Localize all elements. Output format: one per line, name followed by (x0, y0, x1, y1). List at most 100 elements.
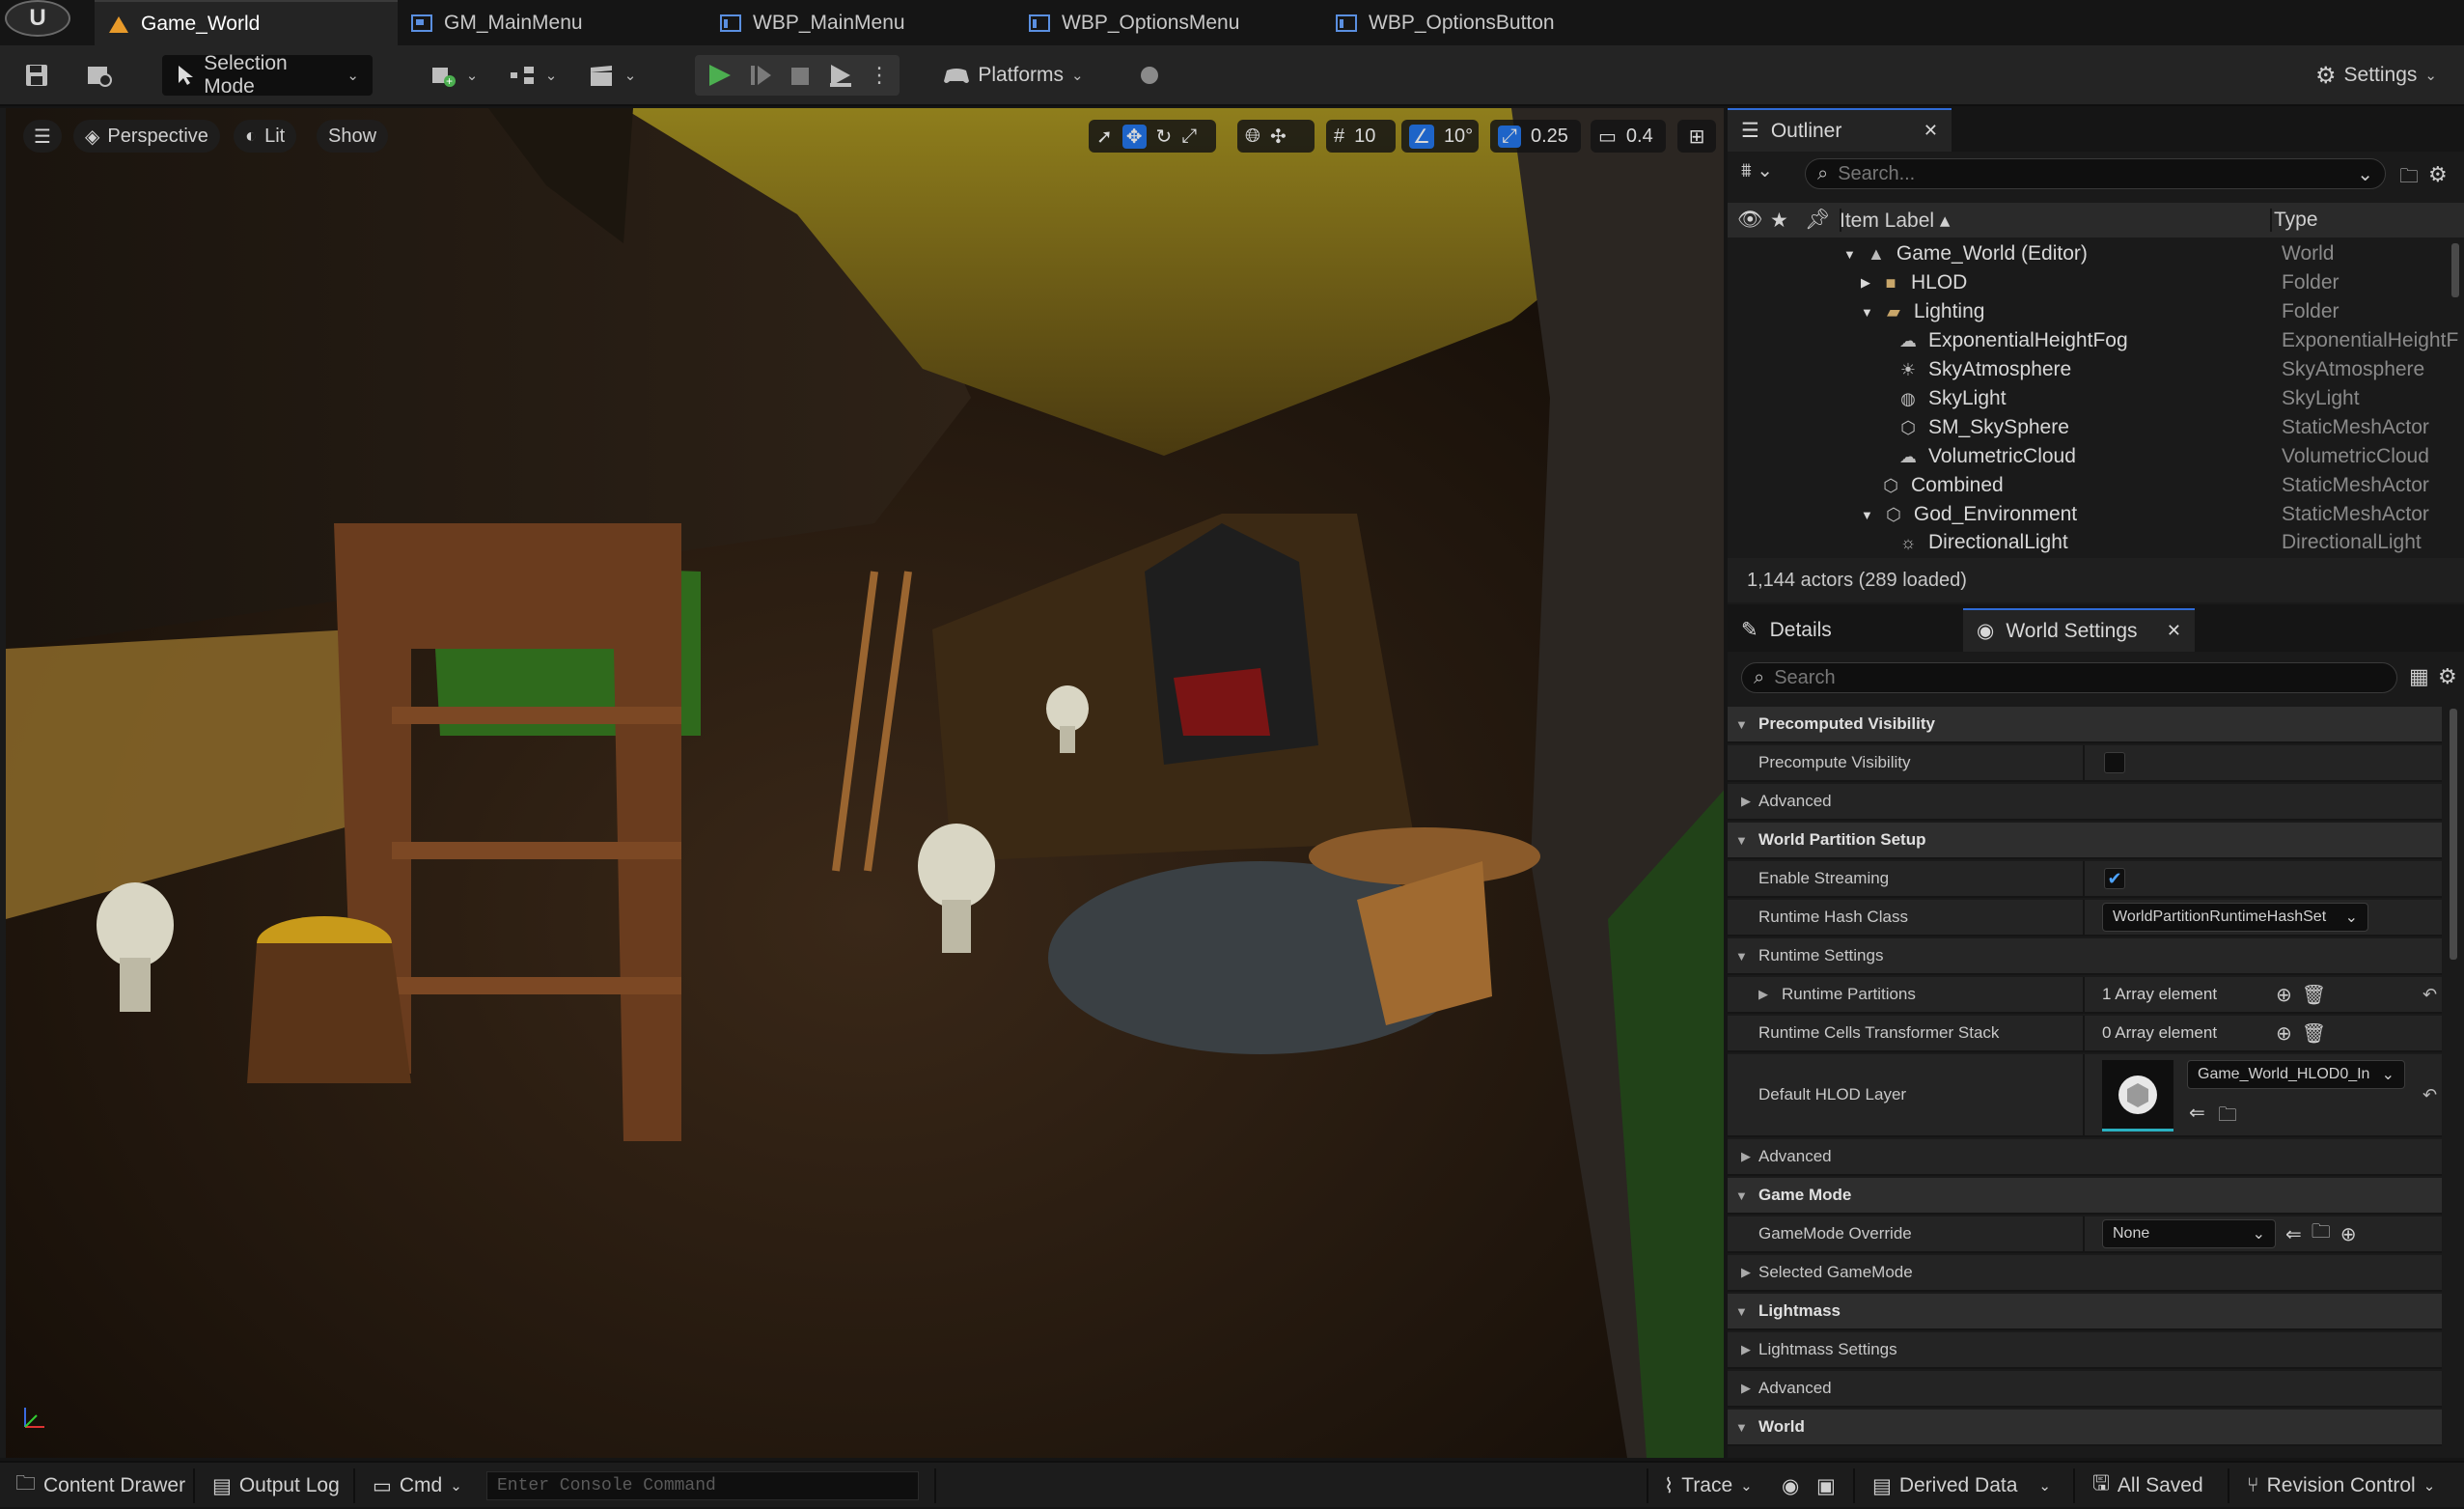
tab-wbp-mainmenu[interactable]: WBP_MainMenu (706, 0, 1015, 45)
outliner-row[interactable]: ☁ VolumetricCloud VolumetricCloud (1728, 442, 2464, 471)
expand-arrow-icon[interactable]: ▼ (1843, 247, 1856, 262)
globe-icon[interactable]: 🌐︎ (1245, 126, 1260, 148)
outliner-row[interactable]: ▶ ■ HLOD Folder (1728, 268, 2464, 297)
console-command-input[interactable]: Enter Console Command (486, 1471, 919, 1500)
viewport-layout-button[interactable]: ⊞ (1677, 120, 1716, 153)
revision-control-dropdown[interactable]: ⑂ Revision Control ⌄ (2247, 1463, 2435, 1509)
enable-streaming-checkbox[interactable]: ✔ (2104, 868, 2125, 889)
tab-gm-mainmenu[interactable]: GM_MainMenu (398, 0, 706, 45)
tab-wbp-optionsbutton[interactable]: WBP_OptionsButton (1322, 0, 1629, 45)
trash-icon[interactable]: 🗑︎ (2302, 1021, 2326, 1046)
reset-to-default-icon[interactable]: ↶ (2422, 1085, 2437, 1105)
tab-game-world[interactable]: Game_World (95, 0, 398, 45)
details-settings-button[interactable]: ⚙ (2438, 664, 2457, 689)
outliner-settings-button[interactable]: ⚙ (2428, 162, 2448, 187)
outliner-row[interactable]: ▼ ⬡ God_Environment StaticMeshActor (1728, 500, 2464, 529)
level-viewport[interactable]: ☰ ◈ Perspective ◐ Lit Show ➚ ✥ ↻ ⤢ 🌐︎ ✣ … (0, 108, 1724, 1458)
select-cursor-icon[interactable]: ➚ (1096, 125, 1113, 149)
gamemode-override-dropdown[interactable]: None ⌄ (2102, 1219, 2276, 1248)
unreal-logo-icon[interactable]: U (5, 0, 70, 37)
advanced-row[interactable]: ▶ Advanced (1728, 1371, 2442, 1408)
rotate-icon[interactable]: ↻ (1156, 125, 1173, 149)
reset-to-default-icon[interactable]: ↶ (2422, 985, 2437, 1005)
outliner-row[interactable]: ☼ DirectionalLight DirectionalLight (1728, 529, 2464, 556)
tab-world-settings[interactable]: ◉ World Settings ✕ (1963, 608, 2195, 652)
add-element-icon[interactable]: ⊕ (2276, 1021, 2292, 1046)
more-options-icon[interactable]: ⋮ (869, 63, 890, 88)
perspective-dropdown[interactable]: ◈ Perspective (73, 120, 220, 153)
close-icon[interactable]: ✕ (1924, 121, 1938, 141)
precompute-visibility-checkbox[interactable] (2104, 752, 2125, 773)
screenshot-button[interactable]: ▣ (1816, 1463, 1836, 1509)
expand-arrow-icon[interactable]: ▶ (1758, 987, 1768, 1002)
details-search-input[interactable]: ⌕ Search (1741, 662, 2397, 693)
source-control-status[interactable] (1135, 55, 1164, 96)
outliner-row[interactable]: ☁ ExponentialHeightFog ExponentialHeightF (1728, 326, 2464, 355)
tab-wbp-optionsmenu[interactable]: WBP_OptionsMenu (1015, 0, 1322, 45)
eye-icon[interactable]: 👁︎ (1737, 209, 1763, 232)
advanced-row[interactable]: ▶ Advanced (1728, 784, 2442, 821)
outliner-row[interactable]: ▼ ▲ Game_World (Editor) World (1728, 239, 2464, 268)
pin-icon[interactable]: 📌︎ (1805, 209, 1831, 232)
expand-arrow-icon[interactable]: ▼ (1861, 508, 1873, 522)
trash-icon[interactable]: 🗑︎ (2302, 983, 2326, 1007)
star-icon[interactable]: ★ (1770, 209, 1788, 233)
browse-folder-icon[interactable]: 🗀︎ (2218, 1101, 2237, 1133)
outliner-row[interactable]: ▼ ▰ Lighting Folder (1728, 297, 2464, 326)
filter-button[interactable]: ⩩ ⌄ (1741, 158, 1780, 189)
category-world[interactable]: ▼ World (1728, 1410, 2442, 1446)
scale-snap-toggle[interactable]: ⤢ 0.25 (1490, 120, 1581, 153)
add-new-icon[interactable]: ⊕ (2340, 1222, 2357, 1246)
rotation-snap-toggle[interactable]: ∠ 10° (1401, 120, 1479, 153)
browse-folder-icon[interactable]: 🗀︎ (2312, 1217, 2331, 1250)
derived-data-dropdown[interactable]: ▤ Derived Data ⌄ (1872, 1463, 2051, 1509)
translate-icon[interactable]: ✥ (1121, 124, 1147, 149)
selected-gamemode-row[interactable]: ▶ Selected GameMode (1728, 1255, 2442, 1292)
category-game-mode[interactable]: ▼ Game Mode (1728, 1178, 2442, 1215)
camera-speed-button[interactable]: ▭ 0.4 (1591, 120, 1666, 153)
show-dropdown[interactable]: Show (317, 120, 389, 153)
use-selected-icon[interactable]: ⇐ (2285, 1222, 2302, 1246)
hlod-layer-dropdown[interactable]: Game_World_HLOD0_In ⌄ (2187, 1060, 2405, 1089)
content-drawer-button[interactable]: 🗀︎ Content Drawer (15, 1463, 185, 1509)
outliner-search-input[interactable]: ⌕ Search... ⌄ (1805, 158, 2386, 189)
viewport-menu-button[interactable]: ☰ (23, 120, 62, 153)
add-element-icon[interactable]: ⊕ (2276, 983, 2292, 1007)
trace-dropdown[interactable]: ⌇ Trace ⌄ (1664, 1463, 1753, 1509)
details-scrollbar[interactable] (2450, 709, 2457, 960)
outliner-row[interactable]: ◍ SkyLight SkyLight (1728, 384, 2464, 413)
surface-snap-icon[interactable]: ✣ (1270, 125, 1287, 149)
selection-mode-dropdown[interactable]: Selection Mode ⌄ (162, 52, 373, 98)
category-lightmass[interactable]: ▼ Lightmass (1728, 1294, 2442, 1330)
close-icon[interactable]: ✕ (2167, 621, 2181, 641)
save-button[interactable] (17, 55, 56, 96)
expand-arrow-icon[interactable]: ▼ (1861, 305, 1873, 320)
outliner-row[interactable]: ☀ SkyAtmosphere SkyAtmosphere (1728, 355, 2464, 384)
column-type[interactable]: Type (2274, 209, 2318, 232)
asset-thumbnail[interactable] (2102, 1060, 2173, 1132)
cinematics-button[interactable]: ⌄ (583, 55, 641, 96)
outliner-scrollbar[interactable] (2451, 243, 2459, 297)
settings-dropdown[interactable]: ⚙ Settings ⌄ (2309, 55, 2444, 96)
advance-frame-icon[interactable] (748, 62, 773, 89)
grid-snap-toggle[interactable]: # 10 (1326, 120, 1396, 153)
play-icon[interactable] (705, 62, 734, 89)
tab-outliner[interactable]: ☰ Outliner ✕ (1728, 108, 1952, 152)
platforms-dropdown[interactable]: Platforms ⌄ (940, 55, 1087, 96)
blueprints-button[interactable]: ⌄ (504, 55, 562, 96)
eject-icon[interactable] (827, 62, 854, 89)
outliner-row[interactable]: ⬡ SM_SkySphere StaticMeshActor (1728, 413, 2464, 442)
category-precomputed-visibility[interactable]: ▼ Precomputed Visibility (1728, 707, 2442, 743)
scale-icon[interactable]: ⤢ (1181, 126, 1197, 148)
cmd-dropdown[interactable]: ▭ Cmd ⌄ (373, 1463, 462, 1509)
record-button[interactable]: ◉ (1782, 1463, 1799, 1509)
view-mode-dropdown[interactable]: ◐ Lit (234, 120, 297, 153)
tab-details[interactable]: ✎ Details (1728, 608, 1959, 652)
expand-arrow-icon[interactable]: ▶ (1861, 275, 1870, 291)
category-runtime-settings[interactable]: ▼ Runtime Settings (1728, 938, 2442, 975)
add-folder-button[interactable]: 🗀︎ (2399, 162, 2419, 195)
use-selected-icon[interactable]: ⇐ (2189, 1101, 2205, 1125)
lightmass-settings-row[interactable]: ▶ Lightmass Settings (1728, 1332, 2442, 1369)
browse-button[interactable] (81, 55, 120, 96)
advanced-row[interactable]: ▶ Advanced (1728, 1139, 2442, 1176)
